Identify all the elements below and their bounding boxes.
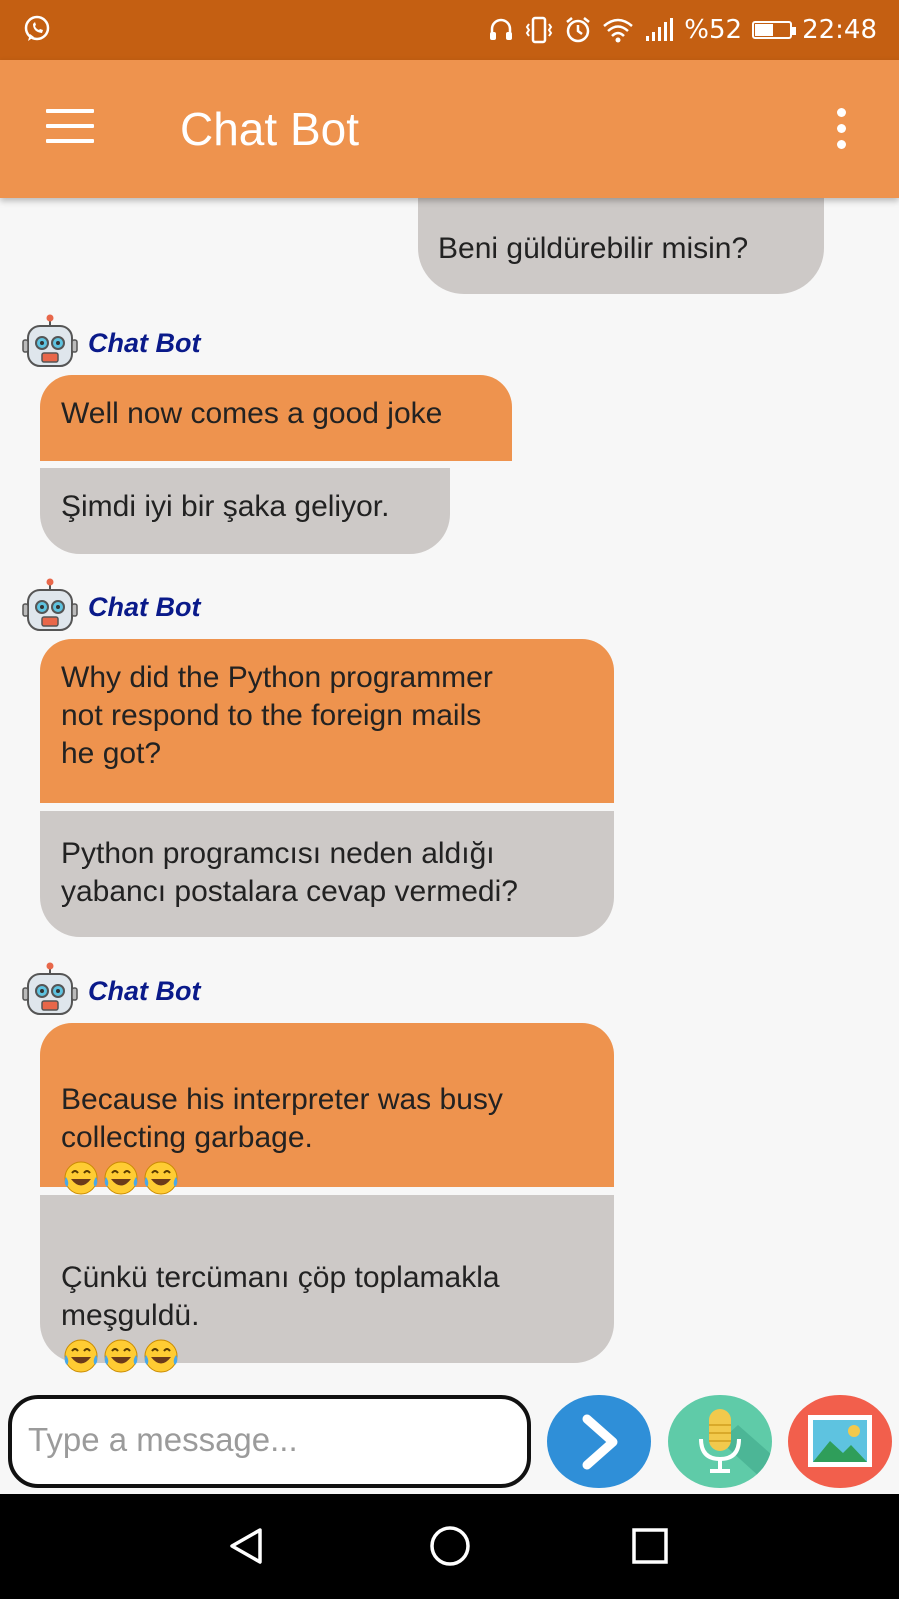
chat-list[interactable]: Beni güldürebilir misin? Chat Bot Well n… [0, 198, 899, 1393]
hamburger-menu-icon[interactable] [46, 109, 94, 149]
robot-avatar-icon [22, 962, 78, 1015]
robot-avatar-icon [22, 314, 78, 367]
laughing-emoji-icon [144, 1161, 178, 1195]
battery-fill [755, 24, 773, 36]
bot-message-english: Why did the Python programmer not respon… [40, 639, 614, 803]
laughing-emoji-icon [144, 1339, 178, 1373]
bot-header: Chat Bot [20, 578, 280, 632]
back-icon[interactable] [224, 1524, 268, 1573]
bot-message-english: Well now comes a good joke [40, 375, 512, 461]
bot-message-turkish: Çünkü tercümanı çöp toplamakla meşguldü. [40, 1195, 614, 1373]
wifi-icon [602, 17, 634, 43]
bot-message-turkish-text: Çünkü tercümanı çöp toplamakla meşguldü. [61, 1261, 500, 1332]
laughing-emoji-icon [64, 1161, 98, 1195]
image-picture-icon [808, 1415, 872, 1467]
user-message-bubble: Beni güldürebilir misin? [418, 198, 824, 294]
app-title: Chat Bot [180, 103, 359, 155]
microphone-button[interactable] [668, 1395, 772, 1488]
headphones-icon [488, 17, 514, 43]
bot-message-english-text: Because his interpreter was busy collect… [61, 1083, 503, 1154]
app-bar: Chat Bot [0, 60, 899, 198]
robot-avatar-icon [22, 578, 78, 631]
laughing-emoji-icon [104, 1161, 138, 1195]
send-button[interactable] [547, 1395, 651, 1488]
whatsapp-icon [22, 14, 52, 48]
battery-icon [752, 21, 797, 39]
navigation-bar [0, 1494, 899, 1599]
bot-header: Chat Bot [20, 314, 280, 368]
alarm-icon [564, 16, 592, 44]
clock: 22:48 [802, 15, 877, 45]
home-icon[interactable] [428, 1524, 472, 1573]
recents-icon[interactable] [628, 1524, 672, 1573]
more-vert-icon[interactable] [833, 108, 849, 152]
laughing-emoji-icon [104, 1339, 138, 1373]
microphone-icon [699, 1409, 772, 1488]
image-button[interactable] [788, 1395, 892, 1488]
laughing-emoji-row [61, 1337, 594, 1375]
vibrate-icon [524, 16, 554, 44]
laughing-emoji-row [61, 1159, 594, 1197]
bot-name: Chat Bot [88, 592, 201, 622]
bot-name: Chat Bot [88, 976, 201, 1006]
bot-name: Chat Bot [88, 328, 201, 358]
bot-header: Chat Bot [20, 962, 280, 1016]
signal-icon [644, 18, 674, 42]
laughing-emoji-icon [64, 1339, 98, 1373]
bot-message-english: Because his interpreter was busy collect… [40, 1023, 614, 1195]
message-input[interactable] [26, 1399, 520, 1481]
send-chevron-icon [582, 1414, 618, 1470]
status-bar: %52 22:48 [0, 0, 899, 60]
message-input-container [8, 1395, 531, 1488]
battery-percent: %52 [684, 15, 743, 45]
bot-message-turkish: Python programcısı neden aldığı yabancı … [40, 811, 614, 937]
bot-message-turkish: Şimdi iyi bir şaka geliyor. [40, 468, 450, 554]
